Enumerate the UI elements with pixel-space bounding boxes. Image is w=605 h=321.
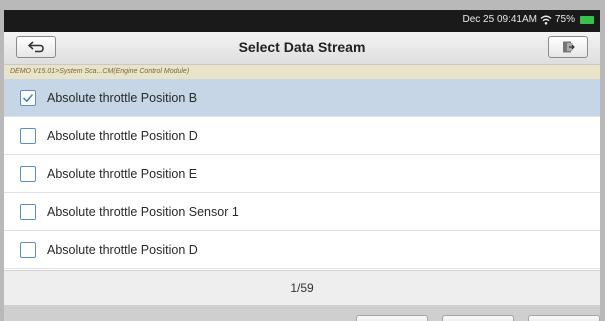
list-item[interactable]: Absolute throttle Position B xyxy=(4,79,600,117)
list-item[interactable]: Absolute throttle Position Sensor 1 xyxy=(4,193,600,231)
device-frame: Dec 25 09:41AM 75% Select Data Stream DE… xyxy=(0,0,605,321)
status-battery-text: 75% xyxy=(554,14,575,25)
list-item[interactable]: Absolute throttle Position E xyxy=(4,155,600,193)
checkbox[interactable] xyxy=(20,89,36,106)
exit-door-icon xyxy=(563,41,575,53)
list-item-label: Absolute throttle Position Sensor 1 xyxy=(47,204,239,219)
app-screen: Dec 25 09:41AM 75% Select Data Stream DE… xyxy=(4,10,600,321)
checkbox[interactable] xyxy=(20,241,36,258)
checkmark-icon xyxy=(22,93,34,102)
battery-icon xyxy=(580,15,594,24)
list-item-label: Absolute throttle Position E xyxy=(47,166,198,181)
checkbox[interactable] xyxy=(20,203,36,220)
exit-button[interactable] xyxy=(548,36,588,58)
toolbar-button-3[interactable] xyxy=(528,315,600,321)
list-item[interactable]: Absolute throttle Position D xyxy=(4,117,600,155)
breadcrumb: DEMO V15.01>System Sca...CM(Engine Contr… xyxy=(4,65,600,79)
checkbox[interactable] xyxy=(20,127,36,144)
bottom-toolbar xyxy=(4,305,600,321)
list-item-label: Absolute throttle Position B xyxy=(47,90,198,105)
status-bar: Dec 25 09:41AM 75% xyxy=(4,10,600,32)
page-indicator: 1/59 xyxy=(4,270,600,306)
list-item-label: Absolute throttle Position D xyxy=(47,128,198,143)
status-datetime: Dec 25 09:41AM xyxy=(462,14,537,25)
page-title: Select Data Stream xyxy=(238,39,366,55)
toolbar-button-2[interactable] xyxy=(442,315,514,321)
checkbox[interactable] xyxy=(20,165,36,182)
wifi-icon xyxy=(540,15,552,25)
toolbar-button-1[interactable] xyxy=(356,315,428,321)
data-stream-list: Absolute throttle Position B Absolute th… xyxy=(4,79,600,269)
list-item[interactable]: Absolute throttle Position D xyxy=(4,231,600,269)
title-bar: Select Data Stream xyxy=(4,32,600,65)
status-indicators: Dec 25 09:41AM 75% xyxy=(462,14,594,25)
list-item-label: Absolute throttle Position D xyxy=(47,242,198,257)
